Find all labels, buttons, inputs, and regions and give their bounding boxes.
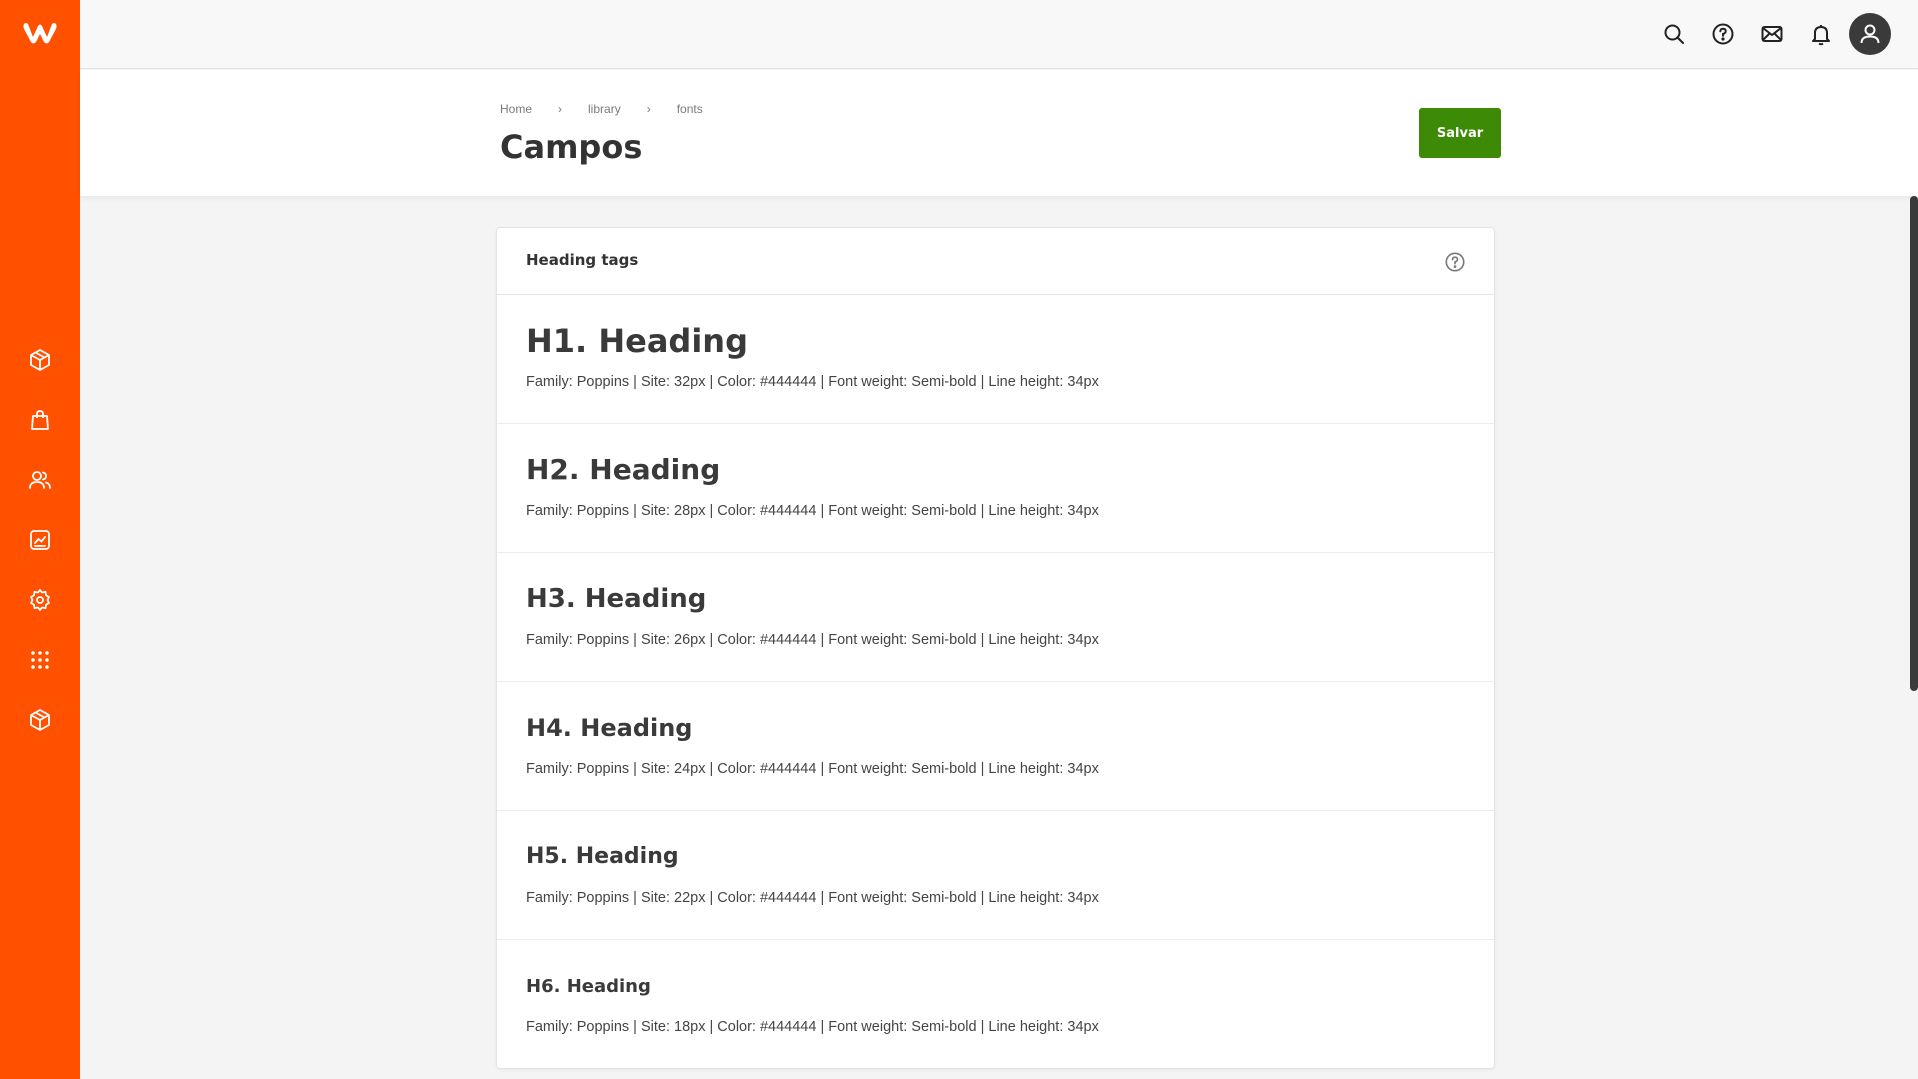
user-avatar[interactable] <box>1849 13 1891 55</box>
card-header: Heading tags <box>497 228 1494 295</box>
card-title: Heading tags <box>526 251 639 269</box>
heading-row-h4: H4. Heading Family: Poppins | Site: 24px… <box>497 682 1494 811</box>
box-icon[interactable] <box>27 707 53 733</box>
scrollbar-thumb[interactable] <box>1910 196 1918 691</box>
sidebar <box>0 0 80 1079</box>
heading-row-h2: H2. Heading Family: Poppins | Site: 28px… <box>497 424 1494 553</box>
breadcrumb-library[interactable]: library <box>588 102 621 116</box>
heading-description: Family: Poppins | Site: 26px | Color: #4… <box>526 632 1099 648</box>
heading-title: H6. Heading <box>526 976 651 997</box>
heading-row-h5: H5. Heading Family: Poppins | Site: 22px… <box>497 811 1494 940</box>
save-button[interactable]: Salvar <box>1419 108 1501 158</box>
w-logo-icon[interactable] <box>22 20 58 46</box>
heading-description: Family: Poppins | Site: 24px | Color: #4… <box>526 761 1099 777</box>
grid-icon[interactable] <box>27 647 53 673</box>
page-header: Home › library › fonts Campos Salvar <box>80 70 1918 196</box>
heading-description: Family: Poppins | Site: 32px | Color: #4… <box>526 374 1099 390</box>
shopping-bag-icon[interactable] <box>27 407 53 433</box>
user-icon <box>1860 24 1880 44</box>
heading-row-h1: H1. Heading Family: Poppins | Site: 32px… <box>497 295 1494 424</box>
help-icon[interactable] <box>1444 251 1466 273</box>
heading-title: H5. Heading <box>526 844 679 869</box>
box-icon[interactable] <box>27 347 53 373</box>
breadcrumb-fonts[interactable]: fonts <box>677 102 703 116</box>
heading-row-h6: H6. Heading Family: Poppins | Site: 18px… <box>497 940 1494 1068</box>
breadcrumb-separator-icon: › <box>646 102 651 116</box>
heading-title: H1. Heading <box>526 322 748 360</box>
mail-icon[interactable] <box>1759 21 1785 47</box>
breadcrumb-separator-icon: › <box>558 102 563 116</box>
topbar <box>80 0 1918 69</box>
heading-row-h3: H3. Heading Family: Poppins | Site: 26px… <box>497 553 1494 682</box>
bell-icon[interactable] <box>1808 21 1834 47</box>
chart-icon[interactable] <box>27 527 53 553</box>
search-icon[interactable] <box>1661 21 1687 47</box>
breadcrumb: Home › library › fonts <box>500 102 703 116</box>
heading-description: Family: Poppins | Site: 22px | Color: #4… <box>526 890 1099 906</box>
page-title: Campos <box>500 128 643 166</box>
gear-icon[interactable] <box>27 587 53 613</box>
heading-title: H4. Heading <box>526 714 693 742</box>
users-icon[interactable] <box>27 467 53 493</box>
breadcrumb-home[interactable]: Home <box>500 102 532 116</box>
heading-title: H2. Heading <box>526 453 721 486</box>
heading-tags-card: Heading tags H1. Heading Family: Poppins… <box>496 227 1495 1069</box>
heading-description: Family: Poppins | Site: 28px | Color: #4… <box>526 503 1099 519</box>
heading-description: Family: Poppins | Site: 18px | Color: #4… <box>526 1019 1099 1035</box>
help-icon[interactable] <box>1710 21 1736 47</box>
heading-title: H3. Heading <box>526 584 707 614</box>
